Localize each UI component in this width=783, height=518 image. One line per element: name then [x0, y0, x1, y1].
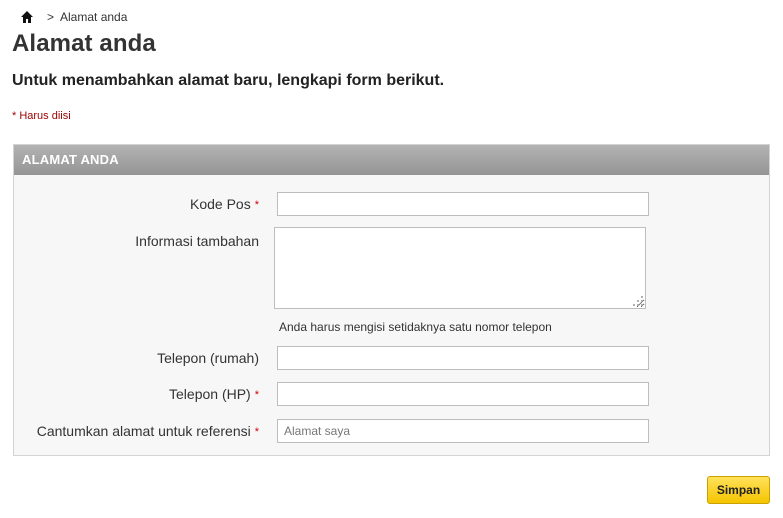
resize-grip-icon[interactable]: [632, 295, 644, 307]
postcode-label-text: Kode Pos: [190, 196, 251, 212]
phone-mobile-label: Telepon (HP) *: [169, 386, 259, 402]
required-mark: *: [254, 199, 259, 211]
phone-home-input[interactable]: [277, 346, 649, 370]
phone-home-label-text: Telepon (rumah): [157, 350, 259, 366]
required-mark: *: [254, 389, 259, 401]
address-form-panel: ALAMAT ANDA Kode Pos * Informasi tambahan…: [13, 144, 770, 456]
panel-header: ALAMAT ANDA: [14, 145, 769, 175]
required-mark: *: [254, 426, 259, 438]
phone-home-label: Telepon (rumah): [157, 350, 259, 366]
breadcrumb-current: Alamat anda: [60, 10, 128, 24]
required-note: * Harus diisi: [12, 110, 71, 122]
save-button[interactable]: Simpan: [707, 476, 770, 504]
alias-label: Cantumkan alamat untuk referensi *: [37, 423, 259, 439]
alias-label-text: Cantumkan alamat untuk referensi: [36, 423, 251, 439]
alias-input[interactable]: [277, 419, 649, 443]
phone-mobile-input[interactable]: [277, 382, 649, 406]
postcode-label: Kode Pos *: [190, 196, 259, 212]
postcode-input[interactable]: [277, 192, 649, 216]
additional-info-label-text: Informasi tambahan: [135, 233, 259, 249]
page-title: Alamat anda: [12, 30, 156, 57]
breadcrumb: > Alamat anda: [20, 9, 127, 25]
additional-info-label: Informasi tambahan: [135, 233, 259, 249]
additional-info-textarea[interactable]: [274, 227, 646, 309]
page-subtitle: Untuk menambahkan alamat baru, lengkapi …: [12, 72, 445, 89]
breadcrumb-separator: >: [47, 10, 55, 24]
phone-mobile-label-text: Telepon (HP): [169, 386, 251, 402]
home-icon[interactable]: [20, 10, 34, 24]
phone-hint: Anda harus mengisi setidaknya satu nomor…: [279, 320, 552, 334]
